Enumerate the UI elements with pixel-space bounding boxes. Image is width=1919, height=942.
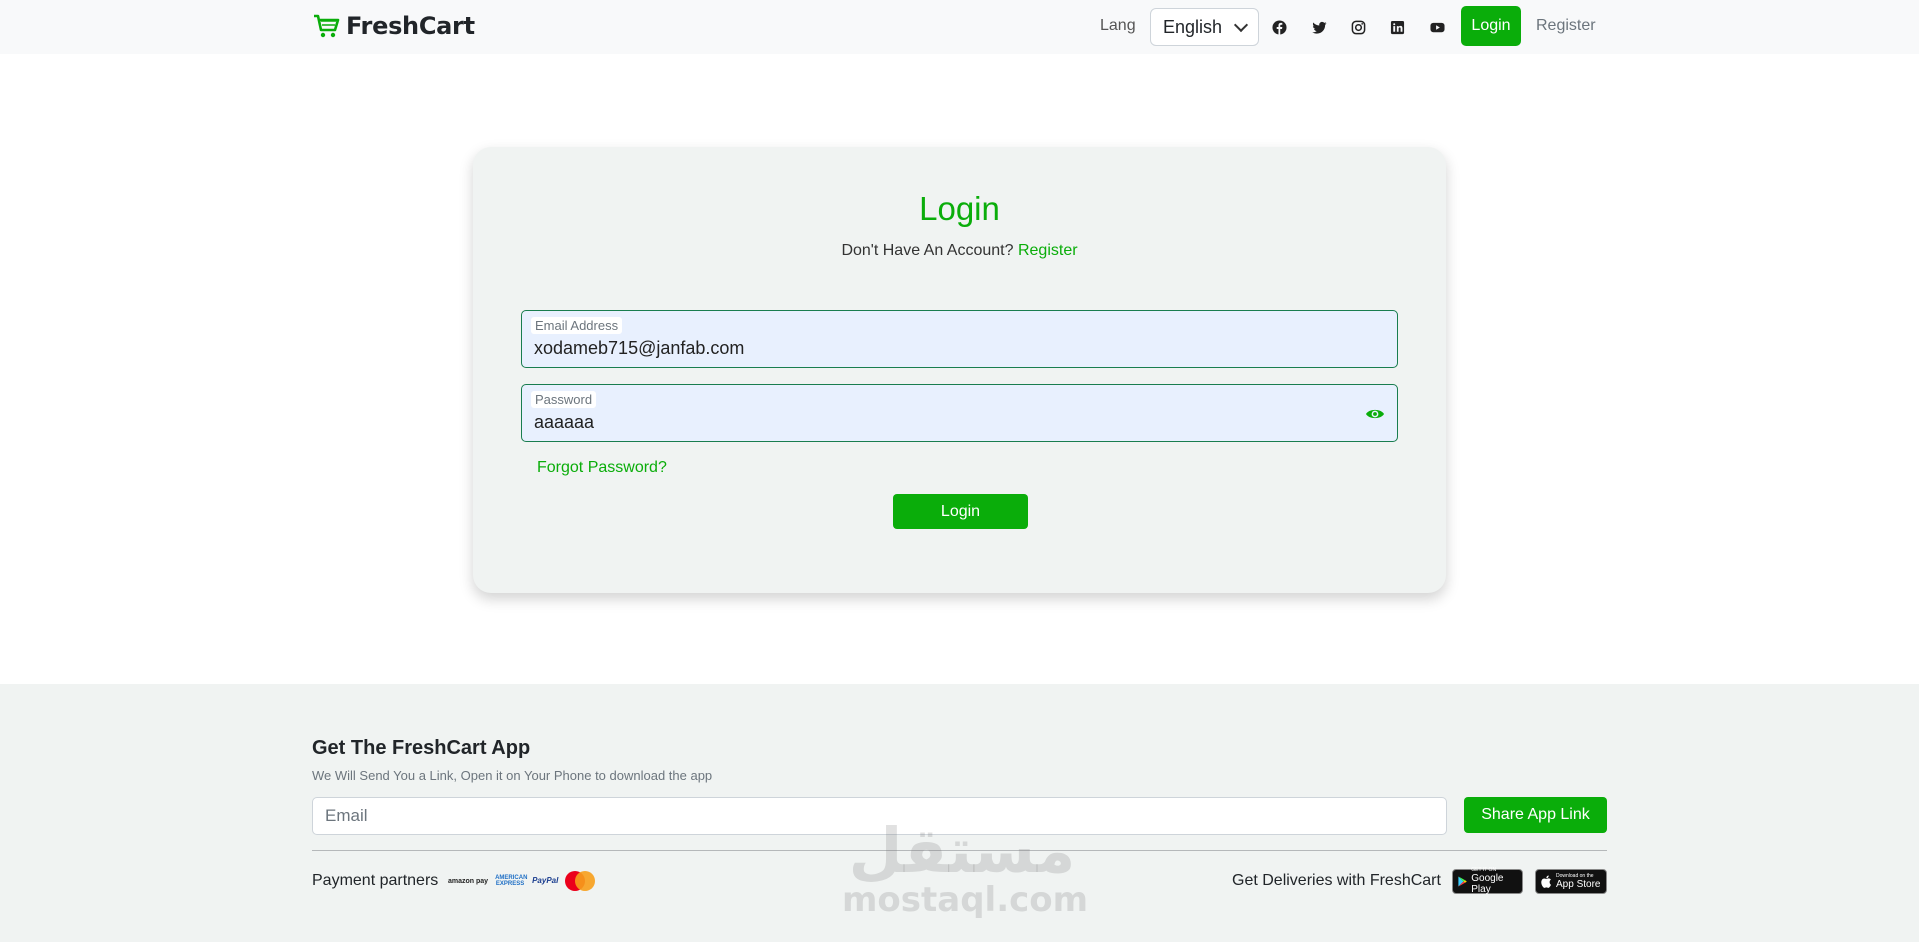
instagram-icon[interactable]: [1349, 18, 1367, 36]
nav-login-button[interactable]: Login: [1461, 6, 1521, 46]
register-link[interactable]: Register: [1018, 242, 1078, 259]
password-label: Password: [531, 391, 597, 408]
google-play-icon: [1458, 876, 1467, 887]
app-promo-subtitle: We Will Send You a Link, Open it on Your…: [312, 768, 713, 783]
app-store-badge[interactable]: Download on the App Store: [1535, 869, 1607, 894]
youtube-icon[interactable]: [1428, 18, 1446, 36]
cart-icon: [314, 14, 340, 38]
eye-icon[interactable]: [1365, 404, 1385, 424]
share-email-input[interactable]: Email: [312, 797, 1447, 835]
app-store-big-text: App Store: [1556, 878, 1601, 890]
share-app-link-button[interactable]: Share App Link: [1464, 797, 1607, 833]
footer: Get The FreshCart App We Will Send You a…: [0, 684, 1919, 942]
login-submit-button[interactable]: Login: [893, 494, 1028, 529]
brand-logo[interactable]: FreshCart: [312, 12, 475, 40]
chevron-down-icon: [1233, 17, 1249, 32]
apple-icon: [1541, 875, 1551, 888]
facebook-icon[interactable]: [1270, 18, 1288, 36]
page-title: Login: [919, 190, 1000, 227]
google-play-badge[interactable]: GET IT ON Google Play: [1452, 868, 1523, 895]
language-select[interactable]: English: [1150, 8, 1259, 46]
app-store-small-text: Download on the: [1556, 872, 1594, 879]
forgot-password-link[interactable]: Forgot Password?: [537, 459, 667, 477]
password-value[interactable]: aaaaaa: [534, 412, 594, 433]
amazon-pay-logo: amazon pay: [448, 877, 489, 885]
amex-logo: AMERICAN EXPRESS: [495, 875, 528, 887]
app-promo-title: Get The FreshCart App: [312, 737, 531, 759]
mastercard-logo: [565, 871, 596, 891]
login-card: Login Don't Have An Account? Register Em…: [473, 147, 1446, 593]
deliveries-label: Get Deliveries with FreshCart: [1232, 872, 1441, 889]
linkedin-icon[interactable]: [1388, 18, 1406, 36]
google-play-big-text: Google Play: [1471, 873, 1504, 895]
navbar: FreshCart Lang English Login Register: [0, 0, 1919, 54]
password-field[interactable]: Password aaaaaa: [521, 384, 1398, 442]
email-field[interactable]: Email Address xodameb715@janfab.com: [521, 310, 1398, 368]
email-value[interactable]: xodameb715@janfab.com: [534, 338, 744, 359]
register-prompt-text: Don't Have An Account?: [841, 242, 1014, 259]
nav-register-link[interactable]: Register: [1536, 17, 1596, 35]
paypal-logo: PayPal: [532, 876, 559, 885]
twitter-icon[interactable]: [1310, 18, 1328, 36]
language-selected: English: [1163, 16, 1223, 37]
email-label: Email Address: [531, 317, 623, 334]
register-prompt: Don't Have An Account? Register: [473, 242, 1446, 260]
lang-label: Lang: [1100, 17, 1136, 34]
payment-partners-label: Payment partners: [312, 872, 439, 889]
brand-name: FreshCart: [346, 12, 475, 40]
payment-logos: amazon pay AMERICAN EXPRESS PayPal: [448, 871, 596, 891]
footer-divider: [312, 850, 1607, 851]
